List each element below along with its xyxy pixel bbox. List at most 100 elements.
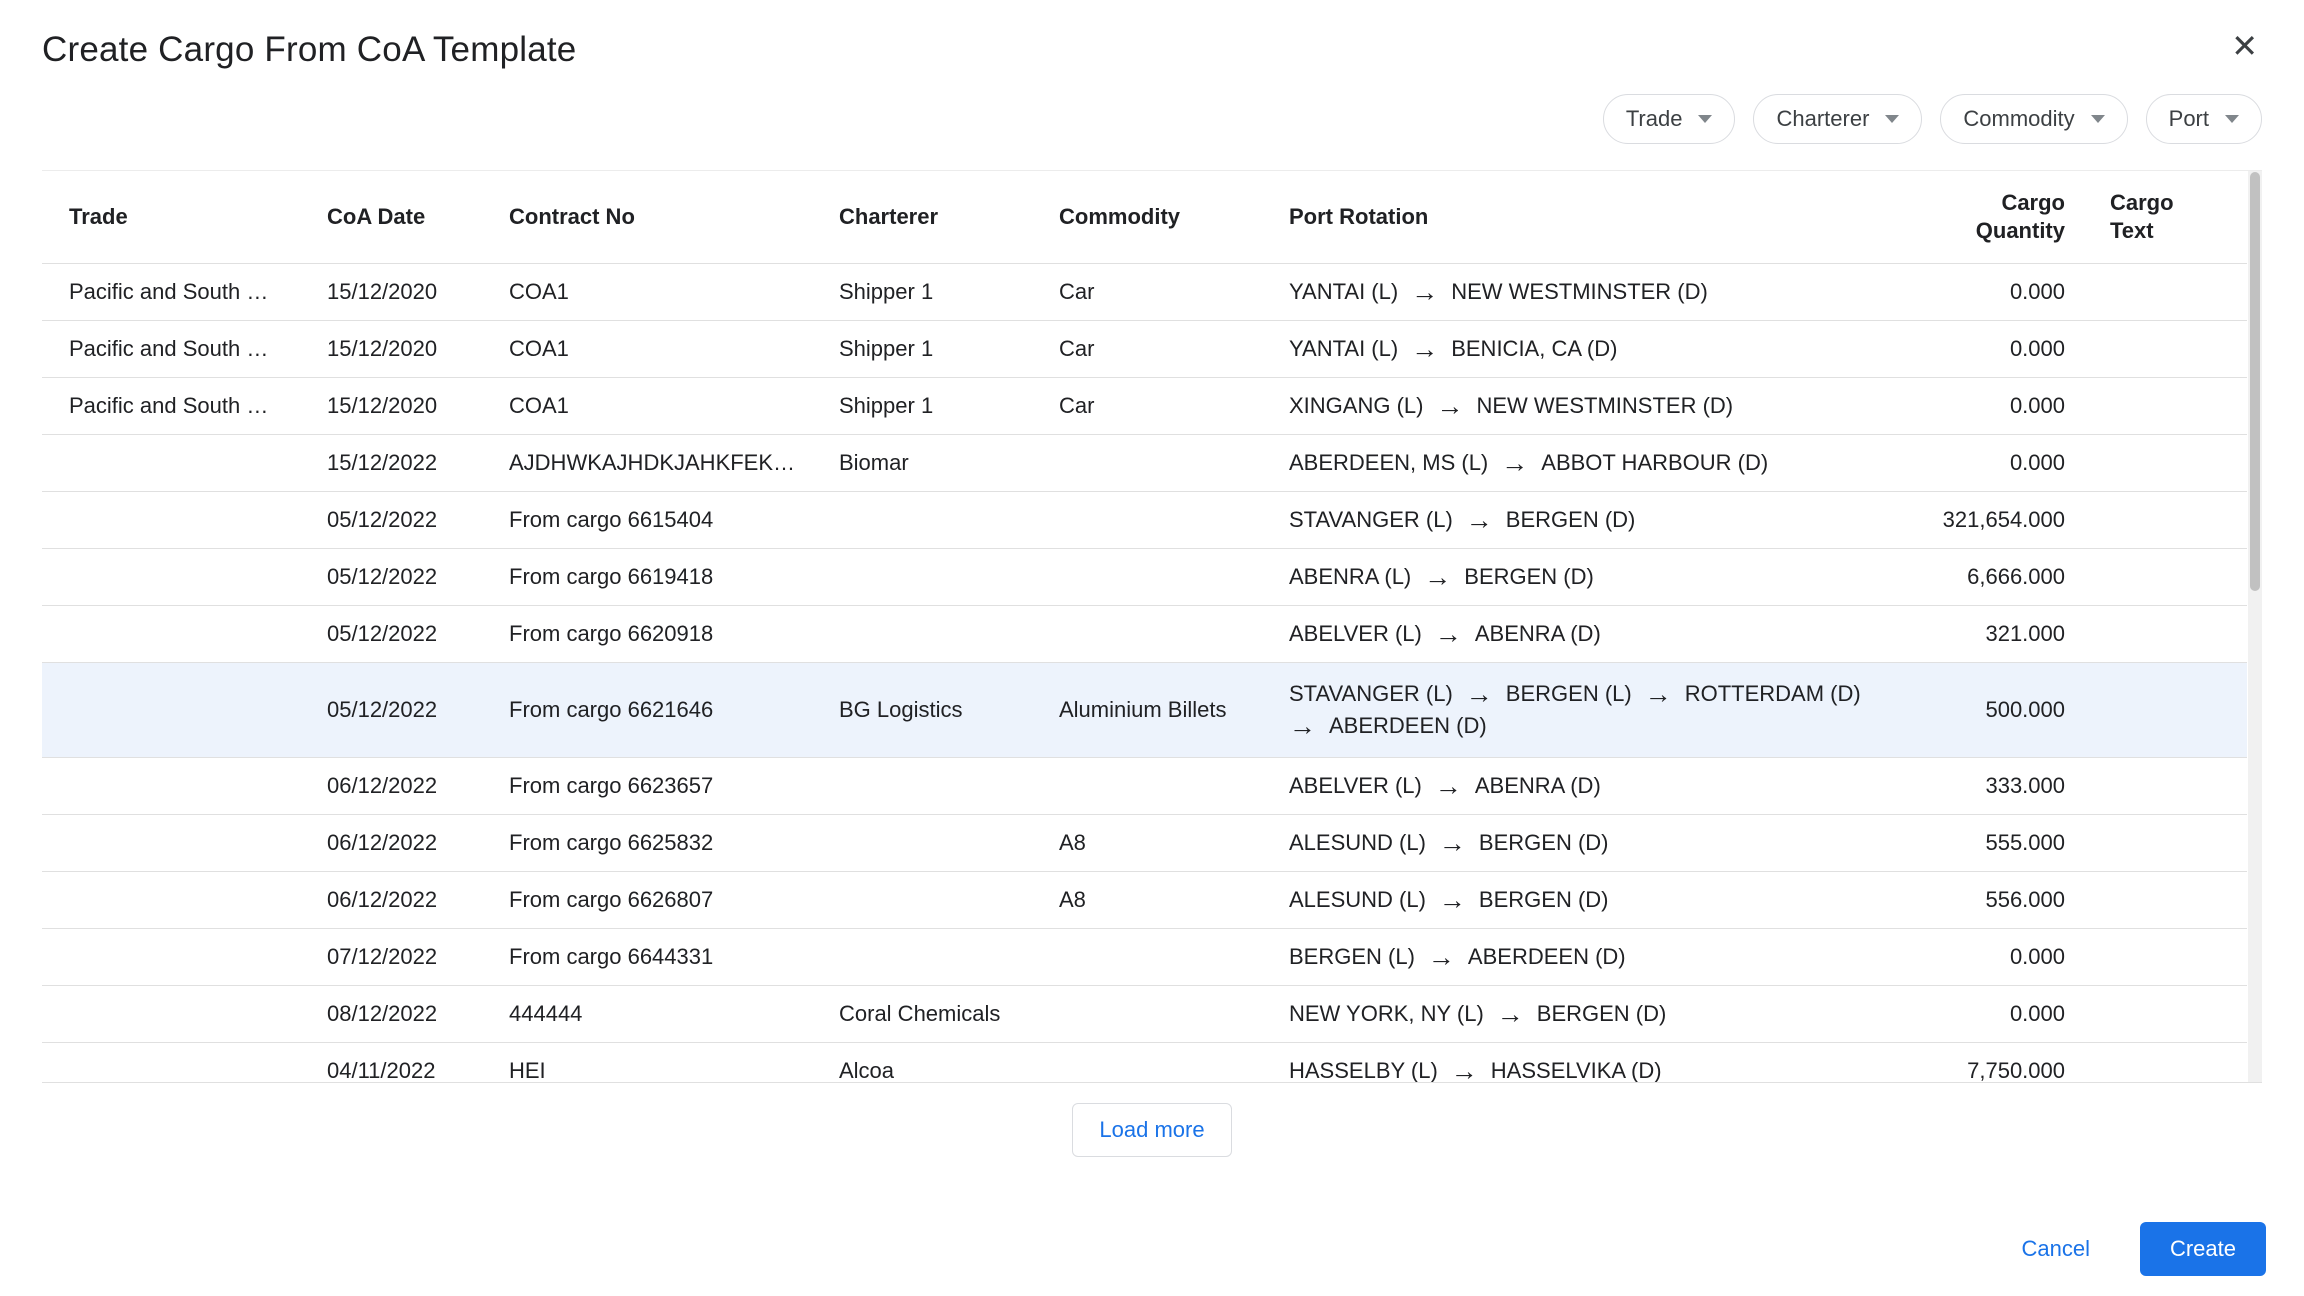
cell-cargo-text <box>2110 780 2247 792</box>
filter-charterer-label: Charterer <box>1776 106 1869 132</box>
cell-trade <box>42 457 327 469</box>
cell-coa-date: 06/12/2022 <box>327 767 509 805</box>
port-leg: →ABENRA (D) <box>1435 621 1601 647</box>
cell-trade: Pacific and South … <box>42 387 327 425</box>
cell-cargo-text <box>2110 1008 2247 1020</box>
cell-contract-no: From cargo 6626807 <box>509 881 839 919</box>
arrow-right-icon: → <box>1439 832 1466 854</box>
cell-charterer <box>839 571 1059 583</box>
port-name: ABELVER (L) <box>1289 621 1422 647</box>
cell-coa-date: 04/11/2022 <box>327 1052 509 1083</box>
cell-commodity <box>1059 1065 1289 1077</box>
port-name: ABBOT HARBOUR (D) <box>1541 450 1768 476</box>
filter-trade-dropdown[interactable]: Trade <box>1603 94 1736 144</box>
port-leg: →BERGEN (L) <box>1466 681 1632 707</box>
cell-trade <box>42 951 327 963</box>
port-name: BERGEN (D) <box>1537 1001 1667 1027</box>
arrow-right-icon: → <box>1645 683 1672 705</box>
cell-charterer <box>839 894 1059 906</box>
coa-template-table: Trade CoA Date Contract No Charterer Com… <box>42 170 2262 1083</box>
arrow-right-icon: → <box>1497 1003 1524 1025</box>
column-header-coa-date: CoA Date <box>327 203 509 231</box>
cell-charterer <box>839 951 1059 963</box>
vertical-scrollbar[interactable] <box>2248 171 2262 1082</box>
cell-cargo-text <box>2110 951 2247 963</box>
cell-port-rotation: ABELVER (L)→ABENRA (D) <box>1289 767 1920 805</box>
table-row[interactable]: Pacific and South … 15/12/2020 COA1 Ship… <box>42 321 2247 378</box>
table-row[interactable]: 06/12/2022 From cargo 6623657 ABELVER (L… <box>42 758 2247 815</box>
port-name: NEW YORK, NY (L) <box>1289 1001 1484 1027</box>
cell-cargo-quantity: 0.000 <box>1920 938 2110 976</box>
cell-cargo-quantity: 321,654.000 <box>1920 501 2110 539</box>
chevron-down-icon <box>2225 115 2239 123</box>
cell-trade <box>42 894 327 906</box>
cell-cargo-text <box>2110 457 2247 469</box>
cell-contract-no: AJDHWKAJHDKJAHKFEK… <box>509 444 839 482</box>
arrow-right-icon: → <box>1501 452 1528 474</box>
table-row[interactable]: 05/12/2022 From cargo 6620918 ABELVER (L… <box>42 606 2247 663</box>
cell-contract-no: From cargo 6619418 <box>509 558 839 596</box>
table-row[interactable]: 05/12/2022 From cargo 6619418 ABENRA (L)… <box>42 549 2247 606</box>
cell-trade <box>42 1008 327 1020</box>
table-row[interactable]: 05/12/2022 From cargo 6615404 STAVANGER … <box>42 492 2247 549</box>
cell-trade <box>42 1065 327 1077</box>
filter-port-dropdown[interactable]: Port <box>2146 94 2262 144</box>
table-row[interactable]: 05/12/2022 From cargo 6621646 BG Logisti… <box>42 663 2247 758</box>
table-row[interactable]: Pacific and South … 15/12/2020 COA1 Ship… <box>42 378 2247 435</box>
table-row[interactable]: 15/12/2022 AJDHWKAJHDKJAHKFEK… Biomar AB… <box>42 435 2247 492</box>
cell-contract-no: COA1 <box>509 330 839 368</box>
cell-cargo-text <box>2110 286 2247 298</box>
filter-charterer-dropdown[interactable]: Charterer <box>1753 94 1922 144</box>
cell-cargo-text <box>2110 628 2247 640</box>
create-button[interactable]: Create <box>2140 1222 2266 1276</box>
cell-port-rotation: ABERDEEN, MS (L)→ABBOT HARBOUR (D) <box>1289 444 1920 482</box>
column-header-charterer: Charterer <box>839 203 1059 231</box>
cell-port-rotation: XINGANG (L)→NEW WESTMINSTER (D) <box>1289 387 1920 425</box>
close-icon[interactable]: ✕ <box>2225 24 2264 68</box>
scrollbar-thumb[interactable] <box>2250 172 2260 591</box>
column-header-cargo-text: Cargo Text <box>2110 189 2192 245</box>
cell-commodity: A8 <box>1059 824 1289 862</box>
column-header-trade: Trade <box>42 203 327 231</box>
cell-commodity <box>1059 571 1289 583</box>
table-row[interactable]: 04/11/2022 HEI Alcoa HASSELBY (L)→HASSEL… <box>42 1043 2247 1083</box>
cell-cargo-quantity: 555.000 <box>1920 824 2110 862</box>
cell-port-rotation: ALESUND (L)→BERGEN (D) <box>1289 881 1920 919</box>
port-leg: →BERGEN (D) <box>1424 564 1594 590</box>
table-row[interactable]: 06/12/2022 From cargo 6625832 A8 ALESUND… <box>42 815 2247 872</box>
table-row[interactable]: 07/12/2022 From cargo 6644331 BERGEN (L)… <box>42 929 2247 986</box>
cell-coa-date: 15/12/2020 <box>327 387 509 425</box>
cell-port-rotation: ABELVER (L) →ABENRA (D) <box>1289 615 1920 653</box>
filter-commodity-dropdown[interactable]: Commodity <box>1940 94 2127 144</box>
port-name: BERGEN (D) <box>1479 830 1609 856</box>
column-header-contract-no: Contract No <box>509 203 839 231</box>
cell-port-rotation: YANTAI (L)→NEW WESTMINSTER (D) <box>1289 273 1920 311</box>
table-row[interactable]: 06/12/2022 From cargo 6626807 A8 ALESUND… <box>42 872 2247 929</box>
create-cargo-modal: Create Cargo From CoA Template ✕ Trade C… <box>0 0 2304 1157</box>
port-name: STAVANGER (L) <box>1289 681 1453 707</box>
cell-contract-no: From cargo 6623657 <box>509 767 839 805</box>
cell-coa-date: 15/12/2022 <box>327 444 509 482</box>
arrow-right-icon: → <box>1289 715 1316 737</box>
table-row[interactable]: 08/12/2022 444444 Coral Chemicals NEW YO… <box>42 986 2247 1043</box>
port-name: YANTAI (L) <box>1289 336 1398 362</box>
arrow-right-icon: → <box>1466 683 1493 705</box>
port-name: ROTTERDAM (D) <box>1685 681 1861 707</box>
load-more-button[interactable]: Load more <box>1072 1103 1231 1157</box>
port-name: ABERDEEN (D) <box>1468 944 1626 970</box>
cell-cargo-text <box>2110 400 2247 412</box>
port-name: ALESUND (L) <box>1289 830 1426 856</box>
table-row[interactable]: Pacific and South … 15/12/2020 COA1 Ship… <box>42 264 2247 321</box>
arrow-right-icon: → <box>1435 775 1462 797</box>
table-header-row: Trade CoA Date Contract No Charterer Com… <box>42 171 2247 264</box>
port-name: STAVANGER (L) <box>1289 507 1453 533</box>
cell-cargo-text <box>2110 514 2247 526</box>
port-name: BERGEN (D) <box>1479 887 1609 913</box>
filter-bar: Trade Charterer Commodity Port <box>0 94 2304 144</box>
cancel-button[interactable]: Cancel <box>2015 1226 2095 1272</box>
filter-commodity-label: Commodity <box>1963 106 2074 132</box>
port-leg: → ROTTERDAM (D) <box>1645 681 1861 707</box>
port-name: XINGANG (L) <box>1289 393 1423 419</box>
column-header-commodity: Commodity <box>1059 203 1289 231</box>
cell-cargo-text <box>2110 571 2247 583</box>
